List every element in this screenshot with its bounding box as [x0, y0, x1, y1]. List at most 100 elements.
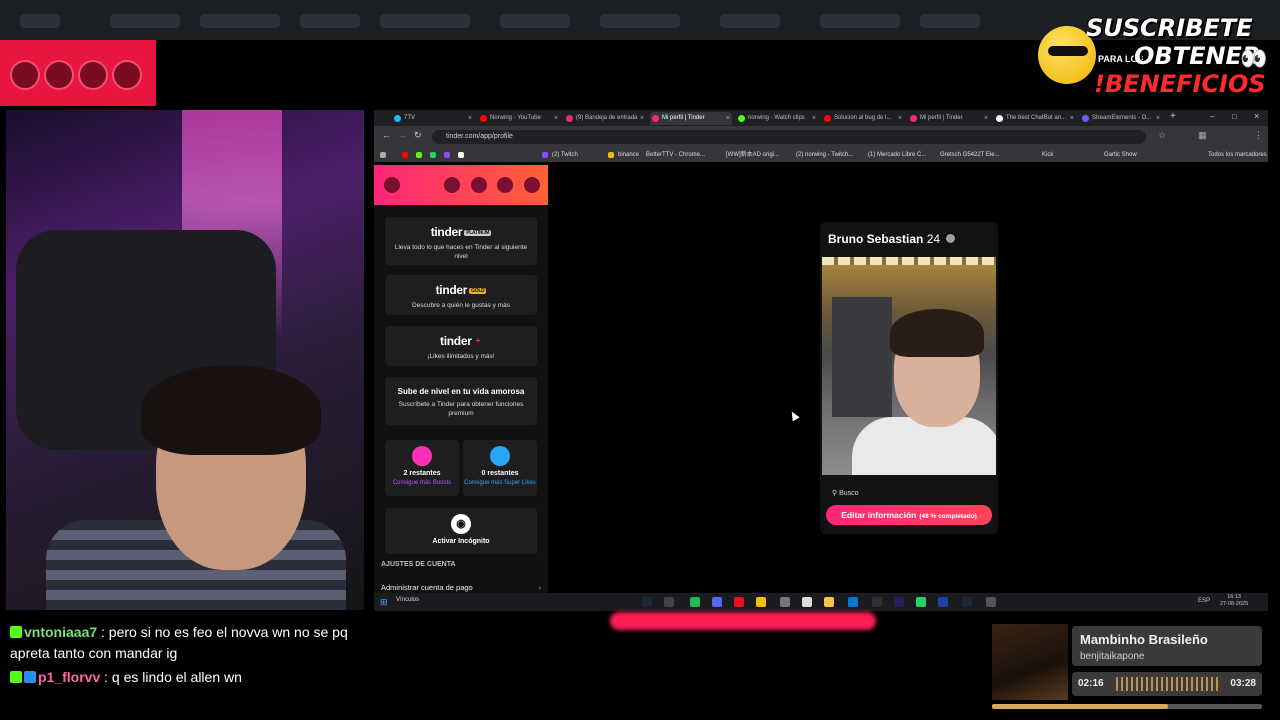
tab-streamelements[interactable]: StreamElements - O... ×: [1080, 112, 1162, 125]
new-tab-icon[interactable]: +: [1170, 111, 1176, 122]
forward-icon[interactable]: →: [398, 130, 407, 140]
tab-tinder-active[interactable]: Mi perfil | Tinder ×: [650, 112, 732, 125]
taskbar-search[interactable]: Vínculos: [396, 597, 419, 603]
folder-icon[interactable]: [824, 597, 834, 607]
close-icon[interactable]: ×: [468, 112, 472, 125]
album-art: [992, 624, 1068, 700]
reload-icon[interactable]: ↻: [414, 130, 422, 141]
track-info: Mambinho Brasileño benjitaikapone: [1072, 626, 1262, 666]
x-bookmark-icon[interactable]: [458, 152, 464, 158]
tinder-platinum-card[interactable]: tinder PLATINUM Lleva todo lo que haces e…: [385, 217, 537, 265]
chevron-right-icon: ›: [538, 583, 542, 592]
profile-photo[interactable]: [822, 257, 996, 475]
maximize-icon[interactable]: □: [1232, 112, 1237, 121]
app-icon[interactable]: [802, 597, 812, 607]
superlikes-card[interactable]: 0 restantes Consigue más Super Likes: [463, 440, 537, 496]
tinder-gold-card[interactable]: tinder GOLD Descubre a quién le gustas y …: [385, 275, 537, 315]
close-icon[interactable]: ×: [640, 112, 644, 125]
steam-icon[interactable]: [962, 597, 972, 607]
kick-icon: [738, 115, 745, 122]
sunglasses-icon: [1048, 46, 1088, 56]
get-boosts-link[interactable]: Consigue más Boosts: [385, 479, 459, 487]
track-progress-bar: [992, 704, 1262, 709]
bookmark-gretsch[interactable]: Gretsch G5422T Ele...: [940, 148, 1000, 162]
steam-icon[interactable]: [642, 597, 652, 607]
twitch-bookmark-icon[interactable]: [542, 152, 548, 158]
explore-icon[interactable]: [471, 177, 487, 193]
back-icon[interactable]: ←: [382, 130, 391, 140]
get-superlikes-link[interactable]: Consigue más Super Likes: [463, 479, 537, 487]
binance-icon[interactable]: [608, 152, 614, 158]
app-icon[interactable]: [986, 597, 996, 607]
close-icon[interactable]: ×: [726, 112, 730, 125]
close-icon[interactable]: ×: [1070, 112, 1074, 125]
lightning-icon: [412, 446, 432, 466]
chrome-icon[interactable]: [756, 597, 766, 607]
star-icon[interactable]: ☆: [1158, 130, 1166, 141]
tinder-plus-card[interactable]: tinder + ¡Likes ilimitados y más!: [385, 326, 537, 366]
twitch-bookmark-icon[interactable]: [444, 152, 450, 158]
tab-instagram[interactable]: (9) Bandeja de entrada ×: [564, 112, 646, 125]
extensions-icon[interactable]: ▦: [1198, 130, 1207, 141]
close-icon[interactable]: ×: [1156, 112, 1160, 125]
boost-icon[interactable]: [444, 177, 460, 193]
bookmark-binance[interactable]: binance: [618, 148, 639, 162]
manage-payment-account[interactable]: Administrar cuenta de pago ›: [381, 583, 541, 592]
briefcase-icon[interactable]: [497, 177, 513, 193]
spotify-icon[interactable]: [690, 597, 700, 607]
tinder-sidebar: tinder PLATINUM Lleva todo lo que haces e…: [374, 165, 548, 595]
bookmark-all[interactable]: Todos los marcadores: [1208, 148, 1267, 162]
language-indicator[interactable]: ESP: [1198, 598, 1210, 604]
obs-icon[interactable]: [734, 597, 744, 607]
profile-avatar-icon[interactable]: [384, 177, 400, 193]
minimize-icon[interactable]: –: [1210, 112, 1214, 121]
upgrade-card[interactable]: Sube de nivel en tu vida amorosa Suscríb…: [385, 377, 537, 425]
tinder-icon: [652, 115, 659, 122]
tab-chatbot[interactable]: The best ChatBot an... ×: [994, 112, 1076, 125]
windows-start-icon[interactable]: ⊞: [380, 597, 388, 608]
busco-row: ⚲ Busco: [832, 490, 859, 497]
tab-tinder[interactable]: Mi perfil | Tinder ×: [908, 112, 990, 125]
bookmark-norwing-twitch[interactable]: (2) norwing - Twitch...: [796, 148, 853, 162]
bookmark-kick[interactable]: Kick: [1042, 148, 1053, 162]
tab-youtube-bug[interactable]: Solucion al bug de l... ×: [822, 112, 904, 125]
discord-icon[interactable]: [712, 597, 722, 607]
taskbar-clock[interactable]: 16:13 27-08-2025: [1220, 594, 1248, 608]
url-input[interactable]: tinder.com/app/profile: [432, 130, 1146, 144]
kick-bookmark-icon[interactable]: [416, 152, 422, 158]
apps-icon[interactable]: [380, 152, 386, 158]
bookmark-mercadolibre[interactable]: (1) Mercado Libre C...: [868, 148, 926, 162]
address-bar: ← → ↻ tinder.com/app/profile ☆ ▦ ⋮: [374, 126, 1268, 148]
whatsapp-bookmark-icon[interactable]: [430, 152, 436, 158]
close-icon[interactable]: ×: [984, 112, 988, 125]
after-effects-icon[interactable]: [938, 597, 948, 607]
tab-kick[interactable]: norwing - Watch clips ×: [736, 112, 818, 125]
window-close-icon[interactable]: ×: [1254, 111, 1259, 121]
app-icon[interactable]: [780, 597, 790, 607]
bookmark-twitch[interactable]: (2) Twitch: [552, 148, 578, 162]
close-icon[interactable]: ×: [898, 112, 902, 125]
incognito-button[interactable]: ◉ Activar Incógnito: [385, 508, 537, 554]
eye-icon: ◉: [451, 514, 471, 534]
shield-icon[interactable]: [524, 177, 540, 193]
bookmark-betterttv[interactable]: BetterTTV - Chrome...: [646, 148, 705, 162]
tab-7tv[interactable]: 7TV ×: [392, 112, 474, 125]
bookmark-gartic[interactable]: Gartic Show: [1104, 148, 1137, 162]
bookmark-ww[interactable]: [WW]新本AD origi...: [726, 148, 779, 162]
tab-youtube[interactable]: Norwing - YouTube ×: [478, 112, 560, 125]
photoshop-icon[interactable]: [848, 597, 858, 607]
close-icon[interactable]: ×: [812, 112, 816, 125]
edit-info-button[interactable]: Editar información (48 % completado): [826, 505, 992, 525]
beneficios-text: !BENEFICIOS: [1094, 70, 1266, 98]
premiere-icon[interactable]: [894, 597, 904, 607]
boosts-card[interactable]: 2 restantes Consigue más Boosts: [385, 440, 459, 496]
eyes-emoji-icon: 👀: [1240, 46, 1268, 71]
red-banner-overlay: [0, 40, 156, 106]
whatsapp-icon[interactable]: [916, 597, 926, 607]
terminal-icon[interactable]: [872, 597, 882, 607]
close-icon[interactable]: ×: [554, 112, 558, 125]
menu-icon[interactable]: ⋮: [1254, 130, 1263, 141]
app-icon[interactable]: [664, 597, 674, 607]
chatbot-icon: [996, 115, 1003, 122]
youtube-bookmark-icon[interactable]: [402, 152, 408, 158]
